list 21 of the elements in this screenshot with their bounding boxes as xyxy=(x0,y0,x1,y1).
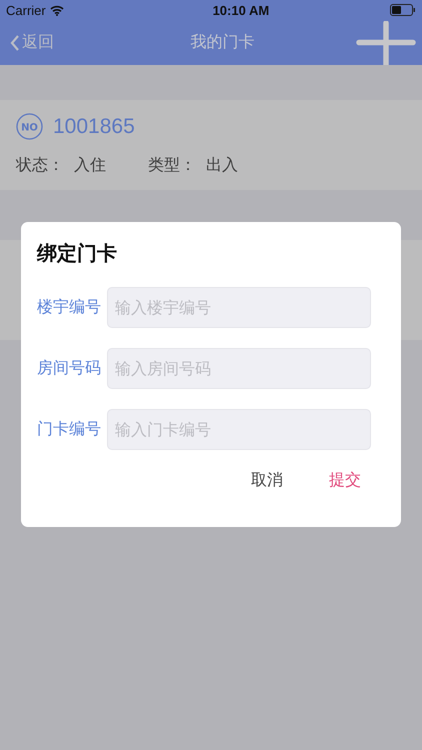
card-number: 1001865 xyxy=(53,114,135,138)
field-label: 房间号码 xyxy=(37,358,101,379)
submit-button[interactable]: 提交 xyxy=(329,470,361,491)
back-button[interactable]: 返回 xyxy=(10,32,54,53)
time-label: 10:10 AM xyxy=(212,2,270,18)
status-value: 入住 xyxy=(74,155,106,176)
type-label: 类型： xyxy=(148,155,196,176)
field-label: 楼宇编号 xyxy=(37,297,101,318)
battery-icon xyxy=(390,4,416,16)
carrier-label: Carrier xyxy=(6,2,46,18)
cancel-button[interactable]: 取消 xyxy=(251,470,283,491)
add-button[interactable] xyxy=(355,20,417,64)
chevron-left-icon xyxy=(10,34,20,50)
wifi-icon xyxy=(50,4,64,16)
dialog-title: 绑定门卡 xyxy=(37,240,118,267)
number-badge-icon: NO xyxy=(16,113,43,140)
type-value: 出入 xyxy=(206,155,238,176)
field-label: 门卡编号 xyxy=(37,419,101,440)
status-label: 状态： xyxy=(16,155,64,176)
nav-title: 我的门卡 xyxy=(190,32,254,53)
plus-icon xyxy=(355,20,417,64)
